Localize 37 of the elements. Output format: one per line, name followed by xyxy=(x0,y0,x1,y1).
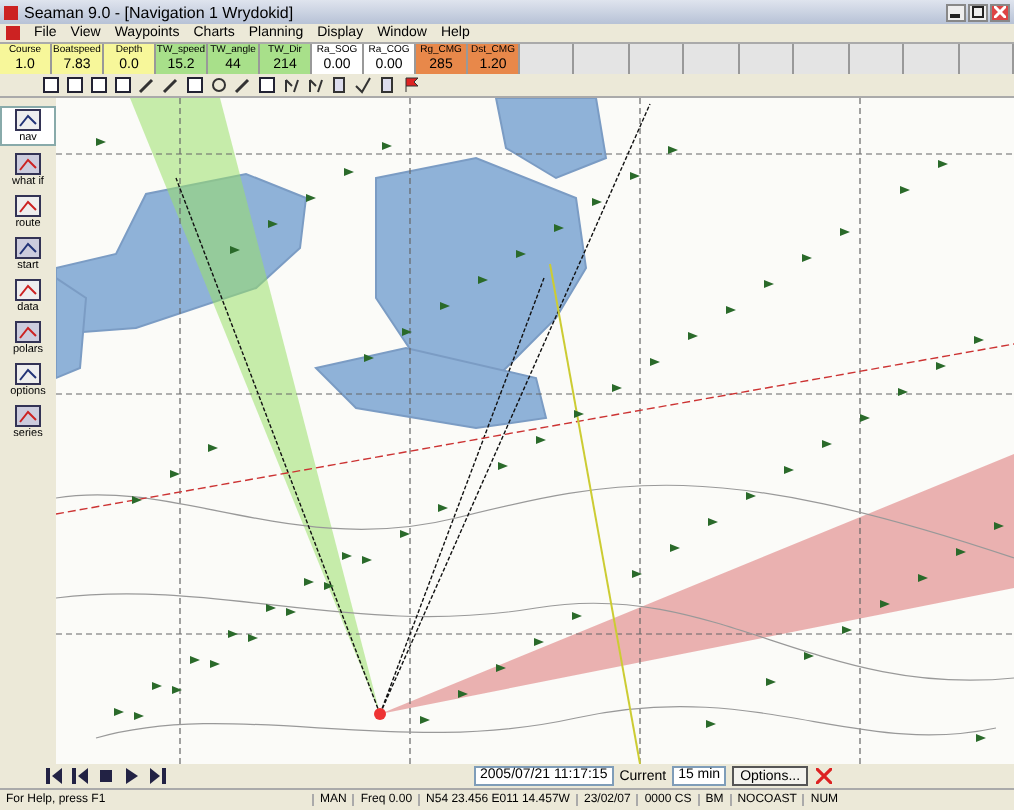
toolbar-icon[interactable] xyxy=(208,75,230,95)
playback-icon[interactable] xyxy=(44,766,64,786)
document-icon xyxy=(6,26,20,40)
tool-icon xyxy=(14,236,42,260)
toolbar-icon[interactable] xyxy=(256,75,278,95)
tool-icon xyxy=(14,320,42,344)
toolbar-icon[interactable] xyxy=(88,75,110,95)
minimize-button[interactable] xyxy=(946,3,966,21)
toolbar-icon[interactable] xyxy=(40,75,62,95)
tool-icon xyxy=(14,404,42,428)
playback-icon[interactable] xyxy=(70,766,90,786)
tool-icon xyxy=(14,194,42,218)
toolbar-icon[interactable] xyxy=(328,75,350,95)
restore-button[interactable] xyxy=(968,3,988,21)
toolbar-icon[interactable] xyxy=(232,75,254,95)
toolbar-icon[interactable] xyxy=(184,75,206,95)
playback-icon[interactable] xyxy=(96,766,116,786)
toolbar-icon[interactable] xyxy=(64,75,86,95)
close-icon[interactable] xyxy=(814,766,835,786)
app-icon xyxy=(4,5,18,19)
tool-icon xyxy=(14,362,42,386)
toolbar-icon[interactable] xyxy=(160,75,182,95)
tool-icon xyxy=(14,108,42,132)
toolbar-icon[interactable] xyxy=(400,75,422,95)
boat-marker xyxy=(374,708,386,720)
window-title: Seaman 9.0 - [Navigation 1 Wrydokid] xyxy=(24,3,294,21)
toolbar-icon[interactable] xyxy=(352,75,374,95)
playback-icon[interactable] xyxy=(148,766,168,786)
toolbar-icon[interactable] xyxy=(304,75,326,95)
close-button[interactable] xyxy=(990,3,1010,21)
tool-icon xyxy=(14,278,42,302)
tool-icon xyxy=(14,152,42,176)
playback-icon[interactable] xyxy=(122,766,142,786)
toolbar-icon[interactable] xyxy=(112,75,134,95)
toolbar-icon[interactable] xyxy=(280,75,302,95)
toolbar-icon[interactable] xyxy=(376,75,398,95)
toolbar-icon[interactable] xyxy=(136,75,158,95)
